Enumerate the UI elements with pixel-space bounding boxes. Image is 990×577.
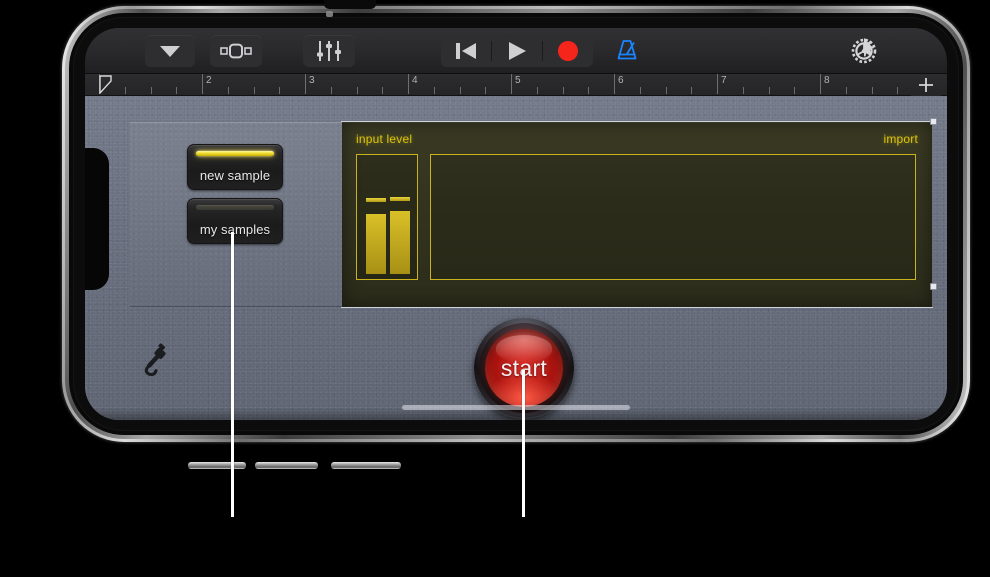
phone-volume-down-button[interactable] <box>331 462 401 469</box>
new-sample-led <box>196 151 274 156</box>
input-level-meter-right <box>390 211 410 274</box>
playhead-icon <box>99 75 112 95</box>
record-button[interactable] <box>543 35 593 67</box>
my-samples-button[interactable]: my samples <box>187 198 283 244</box>
ruler-minor-tick <box>433 87 435 94</box>
ruler-minor-tick <box>485 87 487 94</box>
new-sample-label: new sample <box>199 168 271 183</box>
input-level-peak-left <box>366 198 386 202</box>
ruler-minor-tick <box>536 87 538 94</box>
rewind-icon <box>456 43 476 59</box>
input-level-meter <box>356 154 418 280</box>
phone-top-nub <box>324 0 376 9</box>
plus-icon <box>919 78 933 92</box>
my-samples-label: my samples <box>199 222 271 237</box>
playhead-marker[interactable] <box>99 75 112 95</box>
ruler-minor-tick <box>253 87 255 94</box>
navigation-button[interactable] <box>145 35 195 67</box>
ruler-minor-tick <box>356 87 358 94</box>
input-level-label: input level <box>356 132 413 146</box>
ruler-minor-tick <box>588 87 590 94</box>
phone-antenna-dot <box>326 11 333 17</box>
sampler-panel: new sample my samples input level import <box>85 96 947 420</box>
transport-controls <box>441 35 593 67</box>
tracks-view-icon <box>220 43 252 59</box>
play-button[interactable] <box>492 35 542 67</box>
jack-plug-icon <box>144 343 166 377</box>
import-button[interactable]: import <box>883 132 918 146</box>
ruler-major-tick <box>202 74 203 94</box>
add-track-button[interactable] <box>911 74 941 96</box>
ruler-minor-tick <box>691 87 693 94</box>
ruler-minor-tick <box>639 87 641 94</box>
app-toolbar <box>85 28 947 74</box>
ruler-major-tick <box>717 74 718 94</box>
play-icon <box>509 42 526 60</box>
ruler-minor-tick <box>382 87 384 94</box>
ruler-minor-tick <box>124 87 126 94</box>
view-button[interactable] <box>210 35 262 67</box>
input-level-peak-right <box>390 197 410 201</box>
ruler-label: 6 <box>618 75 624 86</box>
gear-icon <box>851 38 877 64</box>
phone-mute-switch[interactable] <box>188 462 246 469</box>
ruler-minor-tick <box>768 87 770 94</box>
ruler-label: 7 <box>721 75 727 86</box>
phone-screen: 2345678 new sample my samples input leve… <box>85 28 947 420</box>
record-icon <box>558 41 578 61</box>
ruler-minor-tick <box>459 87 461 94</box>
sampler-display: input level import <box>342 122 932 307</box>
ruler-minor-tick <box>845 87 847 94</box>
ruler-major-tick <box>511 74 512 94</box>
selection-edge-bottom <box>341 307 933 308</box>
ruler-minor-tick <box>871 87 873 94</box>
mixer-button[interactable] <box>303 35 355 67</box>
settings-button[interactable] <box>840 35 888 67</box>
selection-edge-top <box>341 121 933 122</box>
ruler-label: 5 <box>515 75 521 86</box>
ruler-minor-tick <box>279 87 281 94</box>
ruler-minor-tick <box>150 87 152 94</box>
ruler-major-tick <box>408 74 409 94</box>
my-samples-led <box>196 205 274 210</box>
ruler-label: 3 <box>309 75 315 86</box>
ruler-label: 2 <box>206 75 212 86</box>
home-indicator[interactable] <box>402 405 630 410</box>
ruler-minor-tick <box>794 87 796 94</box>
start-button-callout-line <box>522 370 525 517</box>
ruler-minor-tick <box>665 87 667 94</box>
ruler-label: 8 <box>824 75 830 86</box>
metronome-button[interactable] <box>603 35 651 67</box>
selection-handle-top-right[interactable] <box>930 118 937 125</box>
audio-input-jack-icon[interactable] <box>141 343 173 382</box>
screenshot-stage: 2345678 new sample my samples input leve… <box>0 0 990 577</box>
new-sample-button[interactable]: new sample <box>187 144 283 190</box>
rewind-button[interactable] <box>441 35 491 67</box>
selection-handle-bottom-right[interactable] <box>930 283 937 290</box>
ruler-major-tick <box>305 74 306 94</box>
phone-volume-up-button[interactable] <box>255 462 318 469</box>
chevron-down-icon <box>160 45 180 57</box>
ruler-major-tick <box>614 74 615 94</box>
ruler-minor-tick <box>897 87 899 94</box>
input-level-meter-left <box>366 214 386 274</box>
waveform-display[interactable] <box>430 154 916 280</box>
my-samples-callout-line <box>231 232 234 517</box>
timeline-ruler[interactable]: 2 3 4 5 6 7 8 <box>85 74 947 96</box>
ruler-minor-tick <box>562 87 564 94</box>
ruler-minor-tick <box>227 87 229 94</box>
ruler-label: 4 <box>412 75 418 86</box>
sliders-icon <box>317 41 341 61</box>
phone-notch <box>85 148 109 290</box>
ruler-major-tick <box>820 74 821 94</box>
ruler-minor-tick <box>330 87 332 94</box>
ruler-minor-tick <box>742 87 744 94</box>
metronome-icon <box>617 40 637 60</box>
ruler-minor-tick <box>176 87 178 94</box>
